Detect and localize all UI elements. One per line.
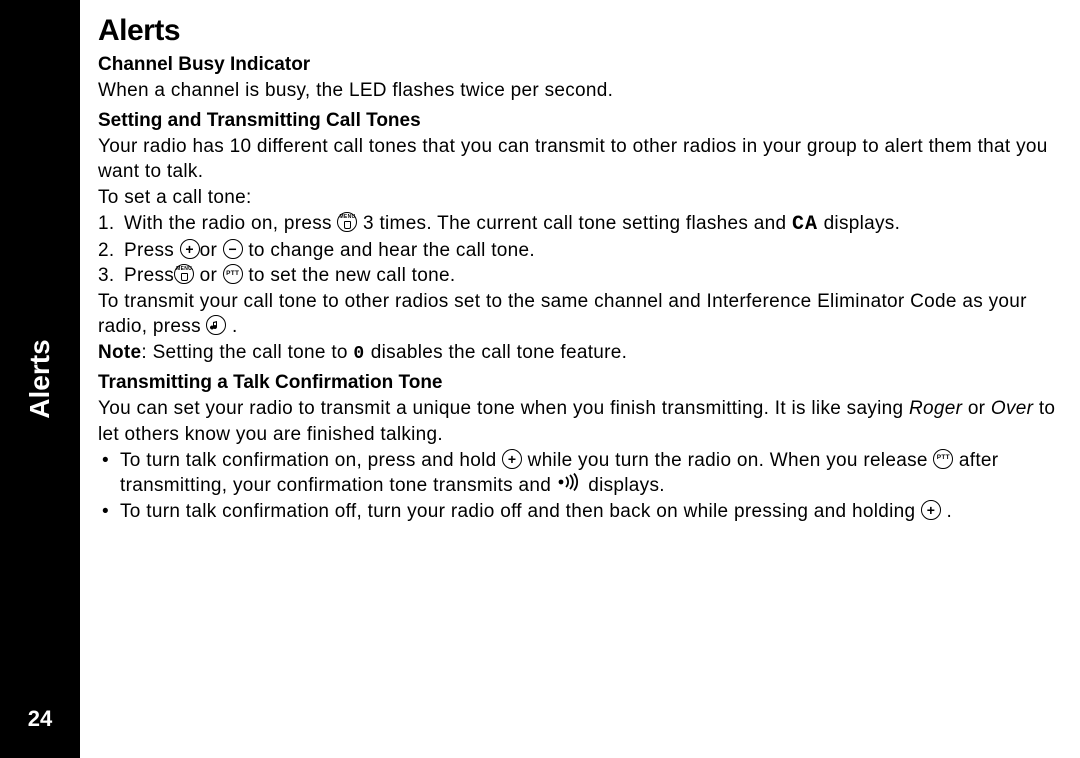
list-item: 1. With the radio on, press 3 times. The… xyxy=(98,211,1058,238)
display-zero-glyph: 0 xyxy=(353,344,365,364)
plus-icon xyxy=(502,449,522,469)
list-item: To turn talk confirmation off, turn your… xyxy=(98,499,1058,525)
call-tone-icon xyxy=(206,315,226,335)
plus-icon xyxy=(180,239,200,259)
section-heading-call-tones: Setting and Transmitting Call Tones xyxy=(98,110,1058,132)
sidebar: Alerts 24 xyxy=(0,0,80,758)
ptt-icon xyxy=(933,449,953,469)
sound-waves-icon xyxy=(557,473,583,499)
list-item: 2. Press or to change and hear the call … xyxy=(98,238,1058,264)
transmit-call-tone: To transmit your call tone to other radi… xyxy=(98,289,1058,340)
sidebar-section-label: Alerts xyxy=(24,339,56,418)
plus-icon xyxy=(921,500,941,520)
minus-icon xyxy=(223,239,243,259)
list-item: 3. Press or to set the new call tone. xyxy=(98,263,1058,289)
display-ca-glyph: CA xyxy=(792,213,818,236)
page-number: 24 xyxy=(28,706,52,732)
ptt-icon xyxy=(223,264,243,284)
page-title: Alerts xyxy=(98,14,1058,48)
talk-confirm-intro: You can set your radio to transmit a uni… xyxy=(98,396,1058,447)
list-item: To turn talk confirmation on, press and … xyxy=(98,448,1058,499)
call-tone-steps: 1. With the radio on, press 3 times. The… xyxy=(98,211,1058,289)
page-content: Alerts Channel Busy Indicator When a cha… xyxy=(80,0,1080,758)
menu-lock-icon xyxy=(174,264,194,284)
section-heading-channel-busy: Channel Busy Indicator xyxy=(98,54,1058,76)
call-tones-intro: Your radio has 10 different call tones t… xyxy=(98,134,1058,185)
channel-busy-body: When a channel is busy, the LED flashes … xyxy=(98,78,1058,104)
call-tone-note: Note: Setting the call tone to 0 disable… xyxy=(98,340,1058,366)
call-tones-lead: To set a call tone: xyxy=(98,185,1058,211)
section-heading-talk-confirm: Transmitting a Talk Confirmation Tone xyxy=(98,372,1058,394)
talk-confirm-bullets: To turn talk confirmation on, press and … xyxy=(98,448,1058,525)
menu-lock-icon xyxy=(337,212,357,232)
